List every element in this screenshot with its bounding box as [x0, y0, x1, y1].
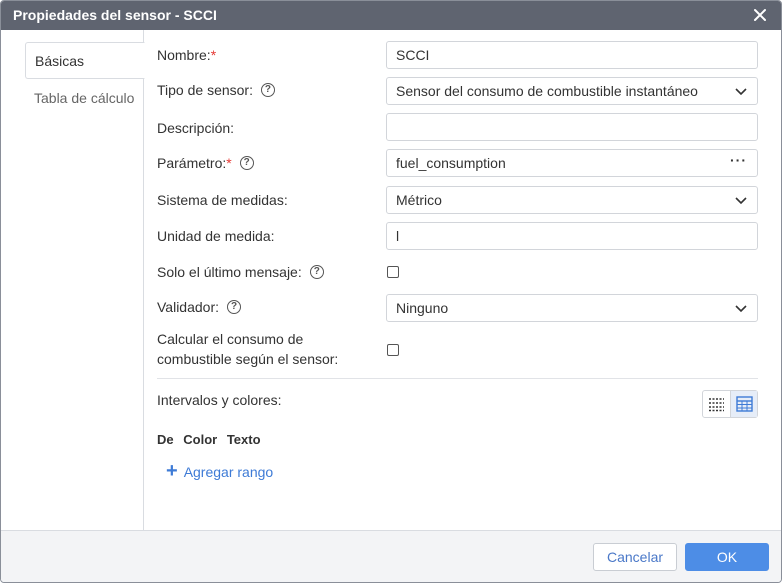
column-color: Color	[183, 432, 218, 447]
required-mark: *	[210, 47, 217, 63]
validator-label: Validador:?	[157, 298, 242, 316]
chevron-down-icon	[735, 88, 747, 96]
cancel-button[interactable]: Cancelar	[593, 543, 677, 571]
unit-input[interactable]: l	[386, 222, 758, 250]
chevron-down-icon	[735, 305, 747, 313]
column-from: De	[157, 432, 174, 447]
dialog-title: Propiedades del sensor - SCCI	[13, 7, 217, 23]
measurement-system-select[interactable]: Métrico	[386, 186, 758, 214]
parameter-input[interactable]: fuel_consumption ···	[386, 149, 758, 177]
unit-label: Unidad de medida:	[157, 228, 275, 244]
close-icon[interactable]	[753, 8, 767, 22]
dotted-grid-icon	[709, 398, 724, 412]
required-mark: *	[226, 155, 232, 171]
plus-icon: +	[166, 460, 178, 482]
sensor-properties-dialog: Propiedades del sensor - SCCI Básicas Ta…	[0, 0, 782, 583]
view-table-button[interactable]	[730, 391, 757, 417]
measurement-system-label: Sistema de medidas:	[157, 192, 288, 208]
table-icon	[736, 396, 753, 412]
parameter-label: Parámetro:*?	[157, 154, 254, 172]
basic-form: Nombre:* SCCI Tipo de sensor:? Sensor de…	[144, 30, 781, 530]
help-icon[interactable]: ?	[309, 265, 324, 280]
validator-select[interactable]: Ninguno	[386, 294, 758, 322]
sensor-type-select[interactable]: Sensor del consumo de combustible instan…	[386, 77, 758, 105]
sensor-type-label: Tipo de sensor:?	[157, 81, 275, 99]
tab-list: Básicas Tabla de cálculo	[1, 30, 145, 530]
add-range-button[interactable]: + Agregar rango	[166, 460, 273, 485]
help-icon[interactable]: ?	[227, 300, 242, 315]
column-text: Texto	[226, 432, 261, 447]
last-message-label: Solo el último mensaje:?	[157, 263, 324, 281]
name-label: Nombre:*	[157, 47, 217, 63]
dialog-footer: Cancelar OK	[1, 530, 781, 582]
last-message-checkbox[interactable]	[387, 266, 399, 278]
dialog-titlebar: Propiedades del sensor - SCCI	[1, 1, 781, 30]
section-divider	[157, 378, 758, 379]
view-list-button[interactable]	[703, 391, 730, 417]
chevron-down-icon	[735, 197, 747, 205]
help-icon[interactable]: ?	[260, 83, 275, 98]
view-toggle	[702, 390, 758, 418]
tab-calculation-table[interactable]: Tabla de cálculo	[25, 80, 145, 117]
ok-button[interactable]: OK	[685, 543, 769, 571]
tab-basic[interactable]: Básicas	[25, 42, 145, 79]
help-icon[interactable]: ?	[239, 156, 254, 171]
calc-consumption-checkbox[interactable]	[387, 344, 399, 356]
description-label: Descripción:	[157, 120, 235, 136]
description-input[interactable]	[386, 113, 758, 141]
more-icon[interactable]: ···	[730, 152, 747, 168]
intervals-table-header: De Color Texto	[157, 432, 267, 447]
calc-consumption-label: Calcular el consumo de combustible según…	[157, 331, 339, 367]
intervals-label: Intervalos y colores:	[157, 392, 282, 408]
dialog-body: Básicas Tabla de cálculo Nombre:* SCCI T…	[1, 30, 781, 530]
name-input[interactable]: SCCI	[386, 41, 758, 69]
